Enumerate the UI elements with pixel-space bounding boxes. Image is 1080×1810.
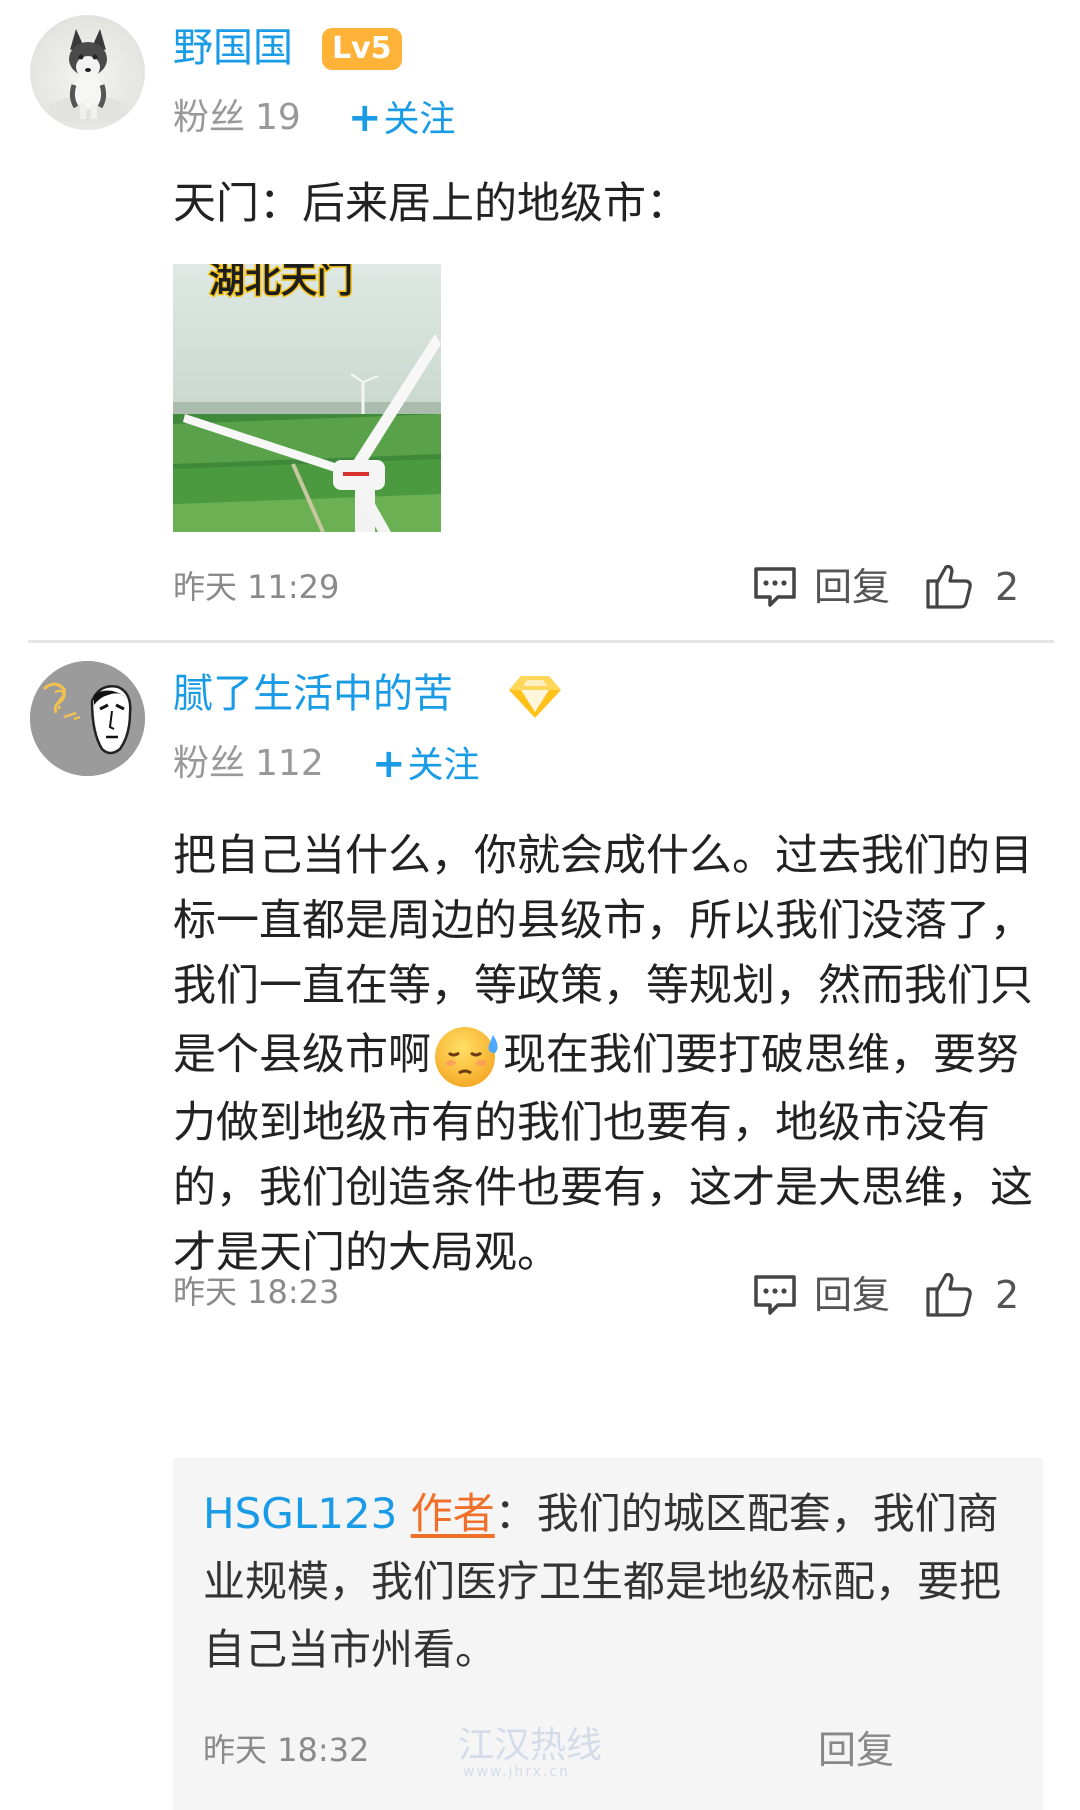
reply-button[interactable]: 回复 xyxy=(814,1265,890,1325)
sub-reply-time: 昨天 18:32 xyxy=(203,1731,370,1769)
comment-text: 把自己当什么，你就会成什么。过去我们的目标一直都是周边的县级市，所以我们没落了，… xyxy=(173,824,1053,1286)
thumbs-up-icon[interactable] xyxy=(924,1269,974,1319)
sketch-face-avatar-icon: ? xyxy=(30,661,145,776)
sub-reply-button[interactable]: 回复 xyxy=(818,1724,894,1776)
fans-count: 粉丝 112 xyxy=(173,734,324,794)
comment-item: ? 腻了生活中的苦 粉丝 112 +关注 把自己当什么，你就会成什么。过去我们的目… xyxy=(0,646,1080,1810)
level-badge: Lv5 xyxy=(322,28,402,70)
svg-text:?: ? xyxy=(53,686,67,716)
plus-icon: + xyxy=(348,95,382,141)
diamond-vip-icon xyxy=(509,676,561,718)
comment-actions: 回复 2 xyxy=(752,557,1052,617)
fans-number: 112 xyxy=(255,743,324,784)
avatar[interactable] xyxy=(30,15,145,130)
comment-image[interactable]: 湖北天门 xyxy=(173,264,441,532)
author-tag: 作者 xyxy=(410,1489,495,1538)
sub-reply-text: HSGL123 作者：我们的城区配套，我们商业规模，我们医疗卫生都是地级标配，要… xyxy=(203,1480,1023,1684)
comment-item: 野国国 Lv5 粉丝 19 +关注 天门：后来居上的地级市： 湖北天门 昨天 1… xyxy=(0,0,1080,640)
sub-reply: HSGL123 作者：我们的城区配套，我们商业规模，我们医疗卫生都是地级标配，要… xyxy=(173,1458,1043,1810)
fans-count: 粉丝 19 xyxy=(173,88,301,148)
sweat-emoji-icon xyxy=(435,1027,498,1087)
fans-label: 粉丝 xyxy=(173,743,246,784)
sub-reply-username[interactable]: HSGL123 xyxy=(203,1489,397,1538)
plus-icon: + xyxy=(372,741,406,787)
follow-label: 关注 xyxy=(383,99,456,140)
follow-label: 关注 xyxy=(407,745,480,786)
fans-label: 粉丝 xyxy=(173,97,246,138)
comment-time: 昨天 18:23 xyxy=(173,1273,340,1311)
follow-button[interactable]: +关注 xyxy=(348,88,456,150)
watermark-logo: 江汉热线 xyxy=(458,1725,603,1766)
wind-turbine-photo: 湖北天门 xyxy=(173,264,441,532)
husky-dog-avatar-icon xyxy=(48,29,128,124)
reply-button[interactable]: 回复 xyxy=(814,557,890,617)
like-count: 2 xyxy=(995,565,1020,609)
comment-thread: 野国国 Lv5 粉丝 19 +关注 天门：后来居上的地级市： 湖北天门 昨天 1… xyxy=(0,0,1080,1810)
comment-actions: 回复 2 xyxy=(752,1265,1052,1325)
like-count: 2 xyxy=(995,1273,1020,1317)
image-caption: 湖北天门 xyxy=(209,264,353,301)
watermark-url: www.jhrx.cn xyxy=(463,1764,570,1780)
comment-text: 天门：后来居上的地级市： xyxy=(173,179,689,229)
comment-time: 昨天 11:29 xyxy=(173,568,340,606)
separator: ： xyxy=(494,1489,537,1538)
follow-button[interactable]: +关注 xyxy=(372,734,480,796)
avatar[interactable]: ? xyxy=(30,661,145,776)
fans-number: 19 xyxy=(255,97,301,138)
comment-icon[interactable] xyxy=(752,1273,798,1317)
username[interactable]: 腻了生活中的苦 xyxy=(173,664,453,724)
divider xyxy=(28,640,1054,643)
comment-icon[interactable] xyxy=(752,565,798,609)
username[interactable]: 野国国 xyxy=(173,18,293,78)
thumbs-up-icon[interactable] xyxy=(924,561,974,611)
